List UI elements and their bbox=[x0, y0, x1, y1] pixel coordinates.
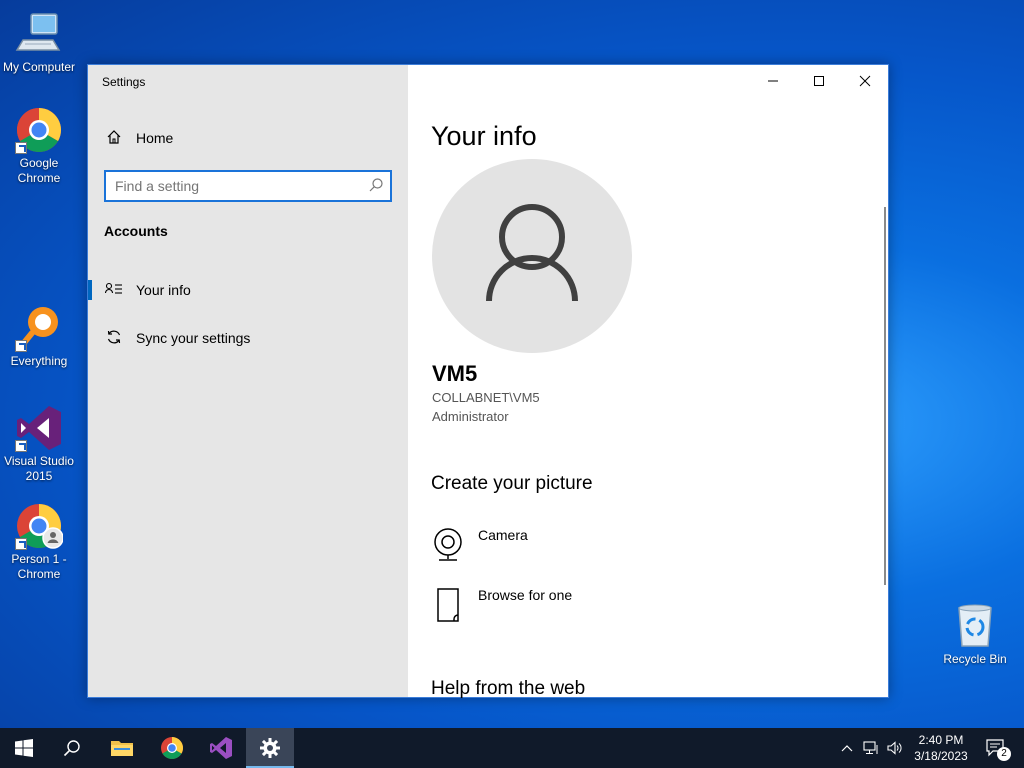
chevron-up-icon bbox=[841, 745, 853, 752]
clock-date: 3/18/2023 bbox=[914, 749, 968, 763]
chrome-icon bbox=[15, 106, 63, 154]
settings-window[interactable]: Settings Home Accounts Your info Sync y bbox=[87, 64, 889, 699]
taskbar-clock[interactable]: 2:40 PM 3/18/2023 bbox=[906, 732, 976, 764]
action-center-button[interactable]: 2 bbox=[976, 728, 1016, 768]
sidebar-item-label: Your info bbox=[136, 282, 191, 298]
computer-icon bbox=[15, 10, 63, 58]
desktop-icon-everything[interactable]: Everything bbox=[0, 304, 78, 369]
home-icon bbox=[104, 129, 124, 148]
create-picture-title: Create your picture bbox=[431, 473, 593, 494]
tray-volume[interactable] bbox=[884, 728, 906, 768]
main-content: Your info VM5 COLLABNET\VM5 Administrato… bbox=[408, 65, 888, 699]
search-icon bbox=[63, 740, 80, 757]
camera-icon bbox=[432, 527, 470, 567]
chrome-profile-icon bbox=[15, 502, 64, 550]
search-input[interactable] bbox=[115, 172, 365, 200]
tray-overflow-button[interactable] bbox=[838, 728, 856, 768]
folder-icon bbox=[111, 741, 133, 756]
chrome-icon bbox=[161, 737, 183, 759]
desktop-icon-label: My Computer bbox=[2, 60, 76, 74]
notification-badge: 2 bbox=[997, 747, 1011, 761]
shortcut-arrow-icon bbox=[15, 538, 27, 550]
clock-time: 2:40 PM bbox=[918, 733, 964, 747]
desktop-icon-label: Google Chrome bbox=[17, 156, 61, 185]
sync-icon bbox=[104, 329, 124, 348]
nav-sync-settings[interactable]: Sync your settings bbox=[88, 318, 408, 358]
user-role: Administrator bbox=[432, 409, 509, 424]
gear-icon bbox=[260, 738, 280, 758]
sidebar-item-label: Sync your settings bbox=[136, 330, 251, 346]
nav-your-info[interactable]: Your info bbox=[88, 270, 408, 310]
taskbar-visual-studio[interactable] bbox=[197, 728, 245, 768]
desktop-icon-label: Person 1 - Chrome bbox=[11, 552, 67, 581]
taskbar-file-explorer[interactable] bbox=[98, 728, 146, 768]
tray-network[interactable] bbox=[860, 728, 882, 768]
desktop-icon-person1-chrome[interactable]: Person 1 - Chrome bbox=[0, 502, 78, 582]
avatar bbox=[432, 159, 632, 353]
taskbar-chrome[interactable] bbox=[148, 728, 196, 768]
taskbar: 2:40 PM 3/18/2023 2 bbox=[0, 728, 1024, 768]
nav-home[interactable]: Home bbox=[88, 118, 408, 158]
desktop-icon-visual-studio[interactable]: Visual Studio 2015 bbox=[0, 404, 78, 484]
network-icon bbox=[863, 741, 878, 754]
shortcut-arrow-icon bbox=[15, 440, 27, 452]
taskbar-settings[interactable] bbox=[246, 728, 294, 768]
desktop-icon-label: Visual Studio 2015 bbox=[4, 454, 74, 483]
search-button[interactable] bbox=[48, 728, 96, 768]
camera-option[interactable]: Camera bbox=[432, 527, 528, 567]
windows-logo-icon bbox=[15, 739, 33, 757]
visual-studio-icon bbox=[15, 404, 63, 452]
desktop-icon-my-computer[interactable]: My Computer bbox=[0, 10, 78, 75]
window-title: Settings bbox=[102, 75, 146, 89]
desktop-icon-label: Everything bbox=[10, 354, 68, 368]
search-icon[interactable] bbox=[368, 177, 384, 198]
section-title-accounts: Accounts bbox=[104, 223, 168, 239]
recycle-bin-icon bbox=[951, 602, 999, 650]
user-icon bbox=[486, 204, 578, 302]
desktop-icon-label: Recycle Bin bbox=[943, 652, 1007, 666]
nav-home-label: Home bbox=[136, 130, 174, 146]
volume-icon bbox=[887, 741, 902, 755]
help-title: Help from the web bbox=[431, 678, 586, 699]
shortcut-arrow-icon bbox=[15, 142, 27, 154]
user-account: COLLABNET\VM5 bbox=[432, 390, 540, 405]
desktop-icon-google-chrome[interactable]: Google Chrome bbox=[0, 106, 78, 186]
search-box[interactable] bbox=[104, 170, 392, 202]
page-title: Your info bbox=[431, 121, 537, 151]
settings-sidebar: Settings Home Accounts Your info Sync y bbox=[88, 65, 408, 697]
browse-option[interactable]: Browse for one bbox=[432, 587, 572, 627]
desktop-icon-recycle-bin[interactable]: Recycle Bin bbox=[936, 602, 1014, 667]
user-name: VM5 bbox=[432, 361, 478, 386]
camera-option-label: Camera bbox=[478, 527, 528, 543]
contact-info-icon bbox=[104, 282, 124, 299]
shortcut-arrow-icon bbox=[15, 340, 27, 352]
visual-studio-icon bbox=[210, 737, 232, 759]
start-button[interactable] bbox=[0, 728, 48, 768]
browse-option-label: Browse for one bbox=[478, 587, 573, 603]
browse-icon bbox=[432, 587, 470, 627]
scrollbar[interactable] bbox=[884, 207, 886, 585]
everything-icon bbox=[15, 304, 63, 352]
